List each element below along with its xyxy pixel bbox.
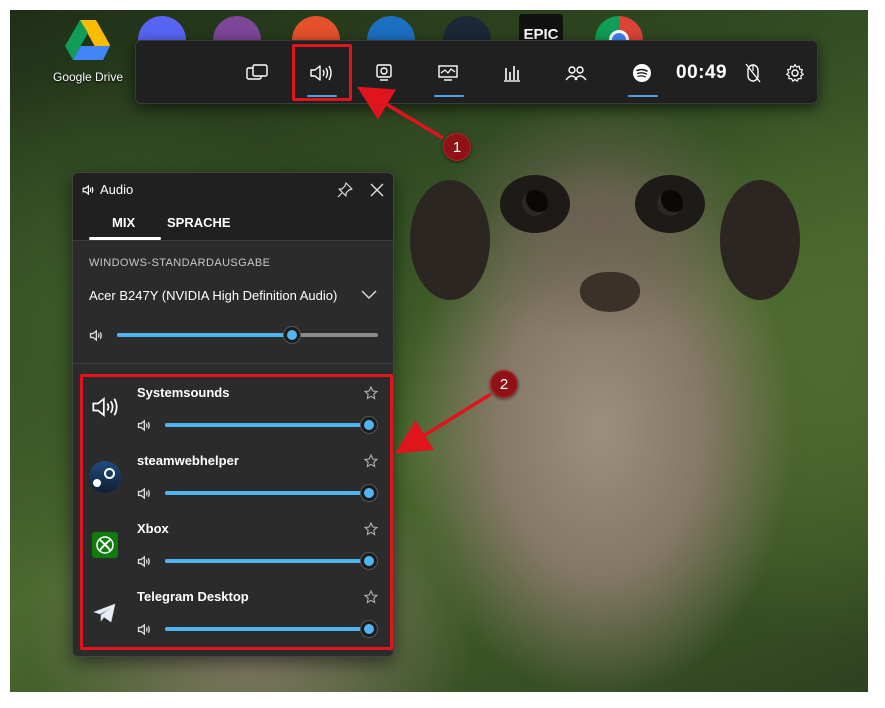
performance-widget-button[interactable] [420,41,476,105]
audio-small-icon [82,184,94,196]
pin-icon[interactable] [337,182,353,198]
master-volume-thumb[interactable] [282,326,301,344]
section-divider [73,363,393,364]
meerkat-nose [580,272,640,312]
annotation-box-app-mixer [80,374,393,650]
performance-icon [438,65,458,81]
tab-sprache[interactable]: SPRACHE [167,215,231,230]
xbox-social-icon [565,66,587,81]
resources-widget-button[interactable] [484,41,540,105]
settings-button[interactable] [770,41,820,105]
output-device-select[interactable]: Acer B247Y (NVIDIA High Definition Audio… [89,288,337,303]
meerkat-eye-right [635,175,705,233]
mouse-lock-icon [745,63,761,83]
capture-widget-button[interactable] [356,41,412,105]
spotify-widget-button[interactable] [614,41,670,105]
widget-menu-button[interactable] [229,41,285,105]
master-volume-slider[interactable] [117,326,378,344]
close-icon[interactable] [369,182,385,198]
tab-active-indicator [89,237,161,240]
chevron-down-icon[interactable] [361,290,377,300]
meerkat-eye-left [500,175,570,233]
meerkat-ear-right [720,180,800,300]
audio-tabs: MIX SPRACHE [73,207,393,241]
audio-panel-header: Audio [73,173,393,207]
tab-mix[interactable]: MIX [112,215,135,230]
game-bar-clock: 00:49 [676,62,728,83]
annotation-box-audio-button [292,44,352,101]
widget-menu-icon [246,64,268,80]
master-volume-icon[interactable] [89,329,105,342]
annotation-badge-2: 2 [490,370,518,398]
performance-active-indicator [434,95,464,97]
capture-icon [376,64,392,81]
xbox-game-bar: 00:49 [135,40,818,104]
spotify-icon [633,64,651,82]
google-drive-label[interactable]: Google Drive [50,70,126,84]
google-drive-icon[interactable] [64,16,112,64]
annotation-badge-1: 1 [443,133,471,161]
output-section-label: WINDOWS-STANDARDAUSGABE [89,257,271,269]
meerkat-ear-left [410,180,490,300]
master-volume-fill [117,333,292,337]
gear-icon [786,63,804,82]
xbox-social-widget-button[interactable] [548,41,604,105]
resources-icon [504,66,520,82]
spotify-active-indicator [628,95,658,97]
audio-panel-title: Audio [100,182,134,197]
